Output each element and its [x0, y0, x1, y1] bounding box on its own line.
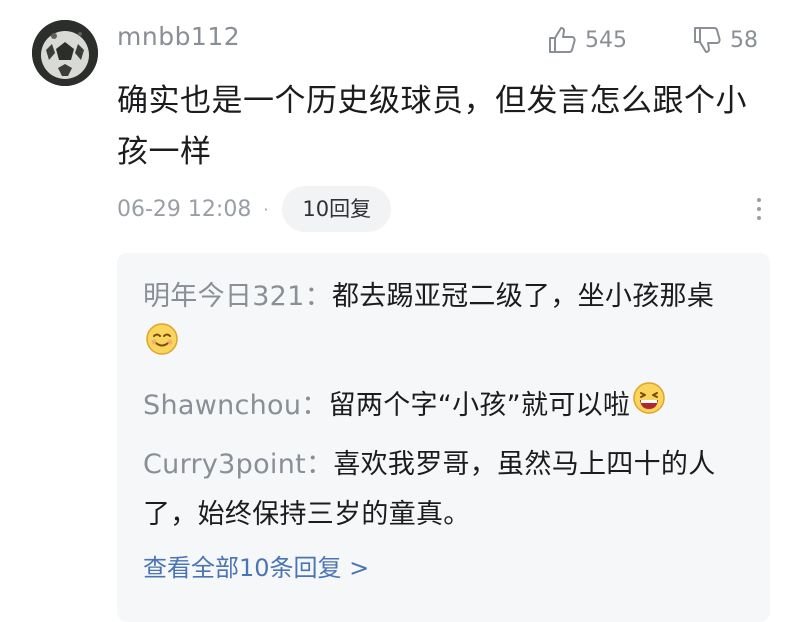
reply-author[interactable]: 明年今日321：: [143, 281, 332, 312]
comment-card: mnbb112 545 58 确实也是一个历史级球员，但发言怎么跟个小孩一样 0…: [0, 0, 800, 622]
more-dot: [757, 198, 761, 202]
thumbs-down-icon: [694, 27, 721, 53]
meta-separator: ·: [263, 199, 269, 219]
timestamp: 06-29 12:08: [117, 196, 252, 222]
avatar[interactable]: [32, 20, 98, 86]
replies-panel: 明年今日321：都去踢亚冠二级了，坐小孩那桌 Shawnchou：留两个字“小孩…: [117, 253, 770, 622]
more-vertical-icon[interactable]: [744, 193, 774, 225]
thumbs-up-icon: [549, 27, 576, 53]
avatar-image: [32, 20, 98, 86]
comment-text: 确实也是一个历史级球员，但发言怎么跟个小孩一样: [117, 83, 747, 170]
dislike-count: 58: [730, 27, 758, 53]
like-button[interactable]: 545: [547, 20, 627, 60]
view-all-replies-link[interactable]: 查看全部10条回复 >: [143, 548, 744, 588]
like-count: 545: [585, 27, 627, 53]
dislike-button[interactable]: 58: [692, 20, 758, 60]
more-dot: [757, 207, 761, 211]
comment-meta: 06-29 12:08 · 10回复: [117, 186, 392, 232]
smirk-face-emoji: [145, 322, 179, 373]
reply-item[interactable]: 明年今日321：都去踢亚冠二级了，坐小孩那桌: [143, 272, 744, 373]
reply-author[interactable]: Curry3point：: [143, 449, 333, 480]
reply-text: 留两个字“小孩”就可以啦: [328, 390, 631, 421]
grinning-face-emoji: [632, 381, 666, 432]
reply-count-button[interactable]: 10回复: [282, 186, 392, 232]
username[interactable]: mnbb112: [117, 22, 240, 51]
reply-text: 都去踢亚冠二级了，坐小孩那桌: [331, 281, 715, 312]
reply-item[interactable]: Curry3point：喜欢我罗哥，虽然马上四十的人了，始终保持三岁的童真。: [143, 440, 744, 540]
more-dot: [757, 216, 761, 220]
reply-item[interactable]: Shawnchou：留两个字“小孩”就可以啦: [143, 381, 744, 432]
reply-author[interactable]: Shawnchou：: [143, 390, 329, 421]
